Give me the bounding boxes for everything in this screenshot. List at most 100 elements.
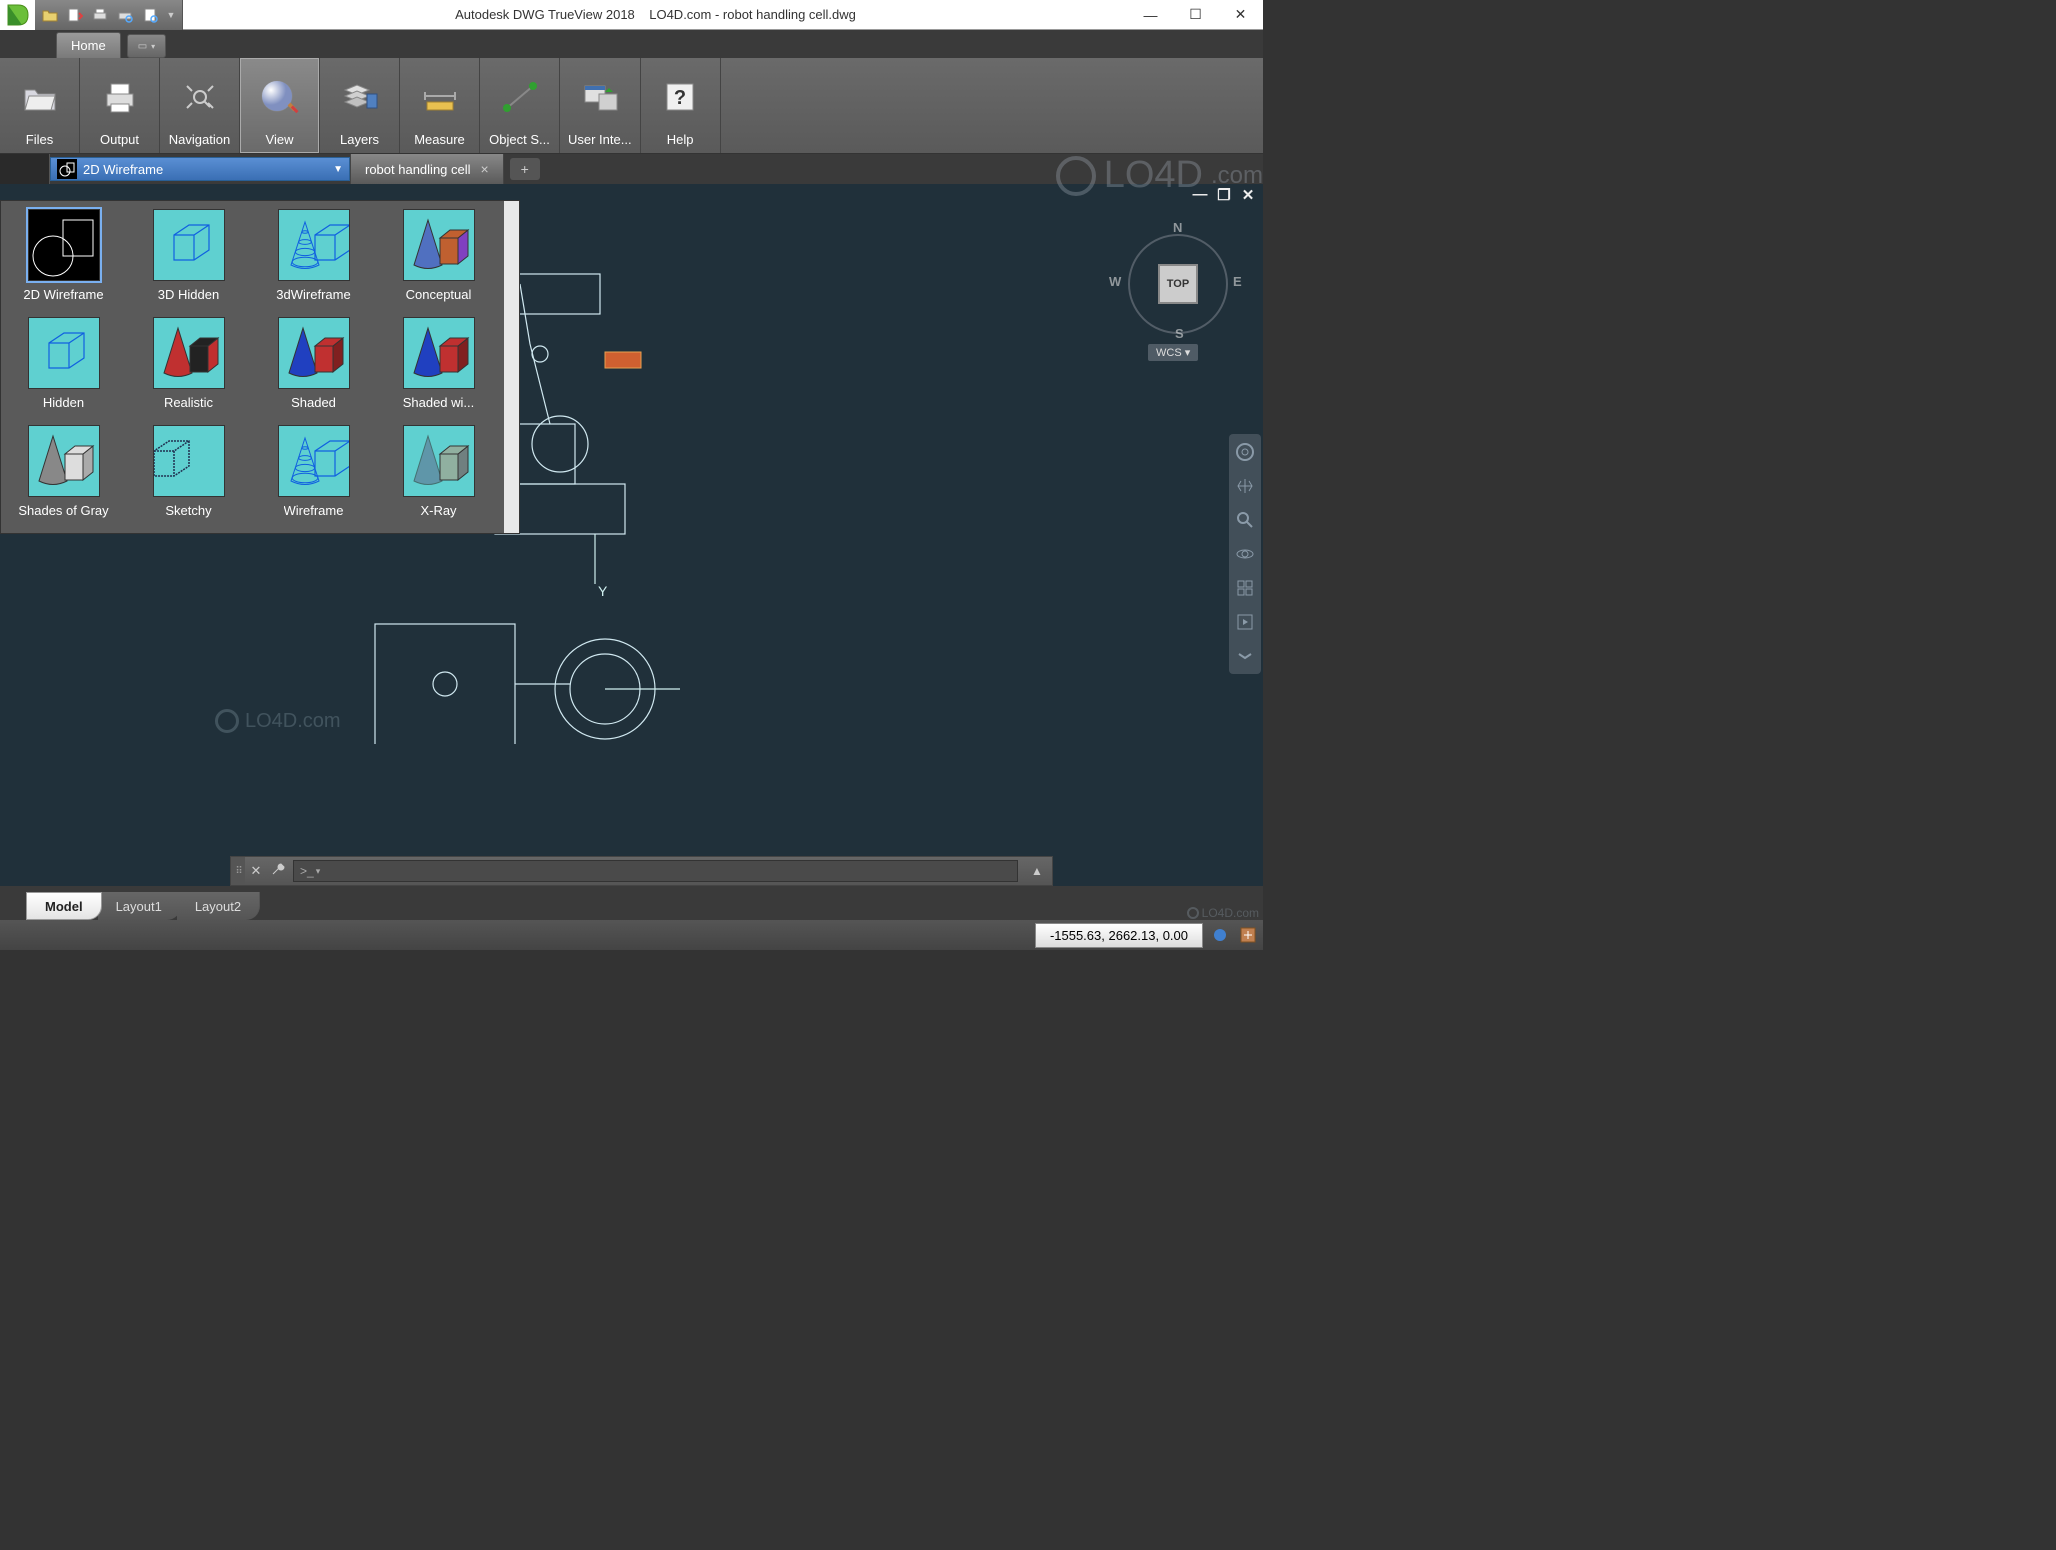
pan-icon[interactable] <box>1233 474 1257 498</box>
visual-style-dropdown[interactable]: 2D Wireframe ▼ <box>50 157 350 181</box>
navigation-bar <box>1229 434 1261 674</box>
visual-style-thumb <box>153 425 225 497</box>
chevron-down-icon: ▼ <box>333 164 343 175</box>
gallery-item-wireframe[interactable]: Wireframe <box>251 421 376 529</box>
title-bar: ▼ Autodesk DWG TrueView 2018 LO4D.com - … <box>0 0 1263 30</box>
coordinates-readout[interactable]: -1555.63, 2662.13, 0.00 <box>1035 923 1203 948</box>
steering-wheel-icon[interactable] <box>1233 440 1257 464</box>
qat-dropdown-icon[interactable]: ▼ <box>164 10 178 20</box>
layout-tab-layout1[interactable]: Layout1 <box>98 892 181 920</box>
ribbon-panel-view[interactable]: View <box>240 58 320 153</box>
visual-style-thumb <box>28 209 100 281</box>
visual-style-thumb <box>278 425 350 497</box>
plot-preview-icon[interactable] <box>114 4 136 26</box>
quick-access-toolbar: ▼ <box>35 0 183 30</box>
visual-style-thumb <box>403 317 475 389</box>
visual-style-thumb <box>153 209 225 281</box>
gallery-item-shaded-wi-[interactable]: Shaded wi... <box>376 313 501 421</box>
gallery-item-conceptual[interactable]: Conceptual <box>376 205 501 313</box>
customize-status-icon[interactable] <box>1237 924 1259 946</box>
ribbon-appearance-dropdown[interactable]: ▭▾ <box>127 34 166 58</box>
ribbon-panel-layers[interactable]: Layers <box>320 58 400 153</box>
osnap-icon <box>501 80 539 114</box>
wireframe-2d-icon <box>57 159 77 179</box>
ribbon-panel-navigation[interactable]: Navigation <box>160 58 240 153</box>
ribbon-panel-help[interactable]: ? Help <box>641 58 721 153</box>
ribbon: Files Output Navigation View Layers Meas… <box>0 58 1263 154</box>
viewcube-face-top[interactable]: TOP <box>1158 264 1198 304</box>
gallery-item-hidden[interactable]: Hidden <box>1 313 126 421</box>
gallery-item-shaded[interactable]: Shaded <box>251 313 376 421</box>
command-bar: ⠿ ✕ >_▾ ▲ <box>230 856 1053 886</box>
orbit-icon[interactable] <box>1233 542 1257 566</box>
coordinate-system-dropdown[interactable]: WCS ▾ <box>1148 344 1198 361</box>
visual-style-thumb <box>403 425 475 497</box>
gallery-item-3d-hidden[interactable]: 3D Hidden <box>126 205 251 313</box>
gallery-item-label: 3D Hidden <box>158 287 219 302</box>
ribbon-panel-object-snap[interactable]: Object S... <box>480 58 560 153</box>
new-tab-button[interactable]: + <box>510 158 540 180</box>
gallery-item-2d-wireframe[interactable]: 2D Wireframe <box>1 205 126 313</box>
printer-icon <box>101 80 139 114</box>
visual-style-thumb <box>153 317 225 389</box>
command-expand-icon[interactable]: ▲ <box>1022 864 1052 878</box>
gallery-item-shades-of-gray[interactable]: Shades of Gray <box>1 421 126 529</box>
open-icon[interactable] <box>39 4 61 26</box>
command-customize-icon[interactable] <box>267 861 289 882</box>
maximize-button[interactable]: ☐ <box>1173 0 1218 30</box>
gallery-scrollbar[interactable] <box>504 201 519 533</box>
document-tab[interactable]: robot handling cell × <box>350 154 504 184</box>
viewcube[interactable]: N S W E TOP WCS ▾ <box>1113 224 1243 364</box>
ui-icon <box>581 80 619 114</box>
gallery-item-label: Wireframe <box>284 503 344 518</box>
visual-style-thumb <box>278 209 350 281</box>
visual-style-gallery: 2D Wireframe 3D Hidden 3dWireframe Conceptu… <box>0 200 520 534</box>
ribbon-panel-user-interface[interactable]: User Inte... <box>560 58 641 153</box>
gallery-item-label: Shaded wi... <box>403 395 475 410</box>
ribbon-tab-row: Home ▭▾ <box>0 30 1263 58</box>
close-tab-icon[interactable]: × <box>481 161 489 177</box>
command-input[interactable]: >_▾ <box>293 860 1018 882</box>
ribbon-panel-output[interactable]: Output <box>80 58 160 153</box>
command-close-icon[interactable]: ✕ <box>245 863 267 879</box>
show-motion-icon[interactable] <box>1233 576 1257 600</box>
ribbon-panel-files[interactable]: Files <box>0 58 80 153</box>
gallery-item-3dwireframe[interactable]: 3dWireframe <box>251 205 376 313</box>
layout-tab-layout2[interactable]: Layout2 <box>177 892 260 920</box>
ribbon-tab-home[interactable]: Home <box>56 32 121 58</box>
minimize-button[interactable]: — <box>1128 0 1173 30</box>
zoom-extents-icon <box>181 80 219 114</box>
refresh-icon <box>215 709 239 733</box>
command-grip-icon[interactable]: ⠿ <box>231 857 245 885</box>
zoom-icon[interactable] <box>1233 508 1257 532</box>
refresh-icon <box>1056 156 1096 196</box>
isolate-objects-icon[interactable] <box>1209 924 1231 946</box>
layout-tab-model[interactable]: Model <box>26 892 102 920</box>
app-logo[interactable] <box>0 0 35 30</box>
help-icon: ? <box>663 80 697 114</box>
viewport-menu-button[interactable] <box>0 154 50 184</box>
gallery-item-realistic[interactable]: Realistic <box>126 313 251 421</box>
gallery-item-label: Sketchy <box>165 503 211 518</box>
close-button[interactable]: ✕ <box>1218 0 1263 30</box>
layers-icon <box>339 80 381 114</box>
visual-style-thumb <box>278 317 350 389</box>
gallery-item-label: Hidden <box>43 395 84 410</box>
watermark-large: LO4D.com <box>1056 154 1263 197</box>
status-bar: LO4D.com -1555.63, 2662.13, 0.00 <box>0 920 1263 950</box>
navbar-more-icon[interactable] <box>1233 644 1257 668</box>
gallery-item-label: Shades of Gray <box>18 503 108 518</box>
gallery-item-label: 3dWireframe <box>276 287 350 302</box>
gallery-item-sketchy[interactable]: Sketchy <box>126 421 251 529</box>
sheet-set-icon[interactable] <box>139 4 161 26</box>
gallery-item-label: Shaded <box>291 395 336 410</box>
plot-icon[interactable] <box>89 4 111 26</box>
ribbon-panel-measure[interactable]: Measure <box>400 58 480 153</box>
dwg-convert-icon[interactable] <box>64 4 86 26</box>
play-icon[interactable] <box>1233 610 1257 634</box>
folder-open-icon <box>21 80 59 114</box>
visual-style-thumb <box>403 209 475 281</box>
gallery-item-x-ray[interactable]: X-Ray <box>376 421 501 529</box>
gallery-item-label: 2D Wireframe <box>23 287 103 302</box>
gallery-item-label: Conceptual <box>406 287 472 302</box>
